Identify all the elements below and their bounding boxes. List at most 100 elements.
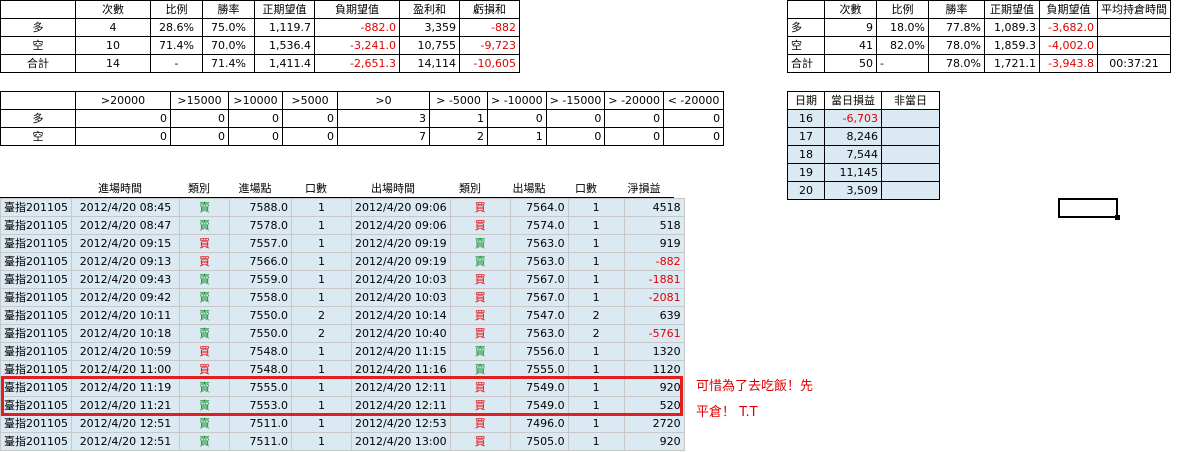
entry-qty-cell: 1: [291, 414, 352, 433]
distribution-cell: 0: [545, 127, 606, 146]
daily-header-pnl: 當日損益: [824, 91, 882, 110]
ratio-cell: 28.6%: [150, 18, 203, 37]
summary-right-header-pos-ev: 正期望值: [984, 0, 1040, 19]
exit-qty-cell: 1: [567, 432, 625, 451]
summary-left-header-count: 次數: [75, 0, 151, 19]
summary-right-header-winrate: 勝率: [928, 0, 985, 19]
count-cell: 10: [75, 36, 151, 55]
daily-pnl: 7,544: [824, 145, 882, 164]
distribution-cell: 0: [604, 109, 665, 128]
daily-header-other: 非當日: [881, 91, 940, 110]
table-row: 臺指201105 2012/4/20 09:43 賣 7559.0 1 2012/4/20…: [0, 270, 685, 289]
daily-row: 18 7,544: [787, 145, 940, 164]
exit-type-cell: 賣: [449, 342, 511, 361]
entry-qty-cell: 1: [291, 270, 352, 289]
entry-price-cell: 7578.0: [229, 216, 292, 235]
summary-right-header-neg-ev: 負期望值: [1039, 0, 1098, 19]
distribution-cell: 0: [75, 127, 171, 146]
exit-type-cell: 賣: [449, 252, 511, 271]
daily-row: 20 3,509: [787, 181, 940, 200]
exit-time-cell: 2012/4/20 09:06: [351, 198, 451, 217]
table-row: 臺指201105 2012/4/20 09:13 買 7566.0 1 2012/4/20…: [0, 252, 685, 271]
entry-time-cell: 2012/4/20 12:51: [71, 432, 180, 451]
symbol-cell: 臺指201105: [0, 324, 72, 343]
distribution-cell: 0: [545, 109, 606, 128]
row-label: 空: [787, 36, 825, 55]
table-row: 臺指201105 2012/4/20 10:59 買 7548.0 1 2012/4/20…: [0, 342, 685, 361]
table-row: 臺指201105 2012/4/20 09:15 買 7557.0 1 2012/4/20…: [0, 234, 685, 253]
entry-type-cell: 買: [179, 342, 230, 361]
pos-ev-cell: 1,089.3: [984, 18, 1040, 37]
trades-header-pnl: 淨損益: [614, 180, 674, 198]
exit-type-cell: 買: [449, 414, 511, 433]
distribution-row-long: 多 0 0 0 0 3 1 0 0 0 0: [0, 109, 725, 128]
pnl-cell: -1881: [623, 270, 685, 289]
exit-type-cell: 買: [449, 324, 511, 343]
trades-header-exit-qty: 口數: [558, 180, 614, 198]
entry-type-cell: 賣: [179, 306, 230, 325]
distribution-header-corner: [0, 91, 76, 110]
summary-left-row-total: 合計 14 - 71.4% 1,411.4 -2,651.3 14,114 -1…: [0, 54, 520, 73]
exit-time-cell: 2012/4/20 10:03: [351, 270, 451, 289]
daily-pnl: 11,145: [824, 163, 882, 182]
exit-time-cell: 2012/4/20 09:06: [351, 216, 451, 235]
daily-row: 19 11,145: [787, 163, 940, 182]
distribution-header: < -20000: [663, 91, 725, 110]
distribution-cell: 0: [228, 127, 283, 146]
entry-type-cell: 賣: [179, 216, 230, 235]
summary-right-header-count: 次數: [824, 0, 877, 19]
daily-date: 16: [787, 109, 825, 128]
exit-type-cell: 賣: [449, 234, 511, 253]
row-label: 多: [0, 18, 76, 37]
exit-time-cell: 2012/4/20 10:03: [351, 288, 451, 307]
summary-left-header-ratio: 比例: [150, 0, 203, 19]
trades-header-symbol: [0, 180, 66, 198]
neg-ev-cell: -3,943.8: [1039, 54, 1098, 73]
exit-qty-cell: 1: [567, 234, 625, 253]
summary-right-row-short: 空 41 82.0% 78.0% 1,859.3 -4,002.0: [787, 36, 1171, 55]
annotation-line-2: 平倉！ T.T: [696, 405, 758, 420]
exit-type-cell: 買: [449, 198, 511, 217]
ratio-cell: -: [150, 54, 203, 73]
table-row: 臺指201105 2012/4/20 10:11 賣 7550.0 2 2012/4/20…: [0, 306, 685, 325]
exit-type-cell: 買: [449, 288, 511, 307]
summary-table-right: 次數 比例 勝率 正期望值 負期望值 平均持倉時間 多 9 18.0% 77.8…: [787, 0, 1171, 73]
daily-date: 19: [787, 163, 825, 182]
entry-price-cell: 7588.0: [229, 198, 292, 217]
trades-header-entry-qty: 口數: [286, 180, 346, 198]
entry-type-cell: 買: [179, 252, 230, 271]
ratio-cell: 18.0%: [876, 18, 929, 37]
symbol-cell: 臺指201105: [0, 198, 72, 217]
summary-left-row-short: 空 10 71.4% 70.0% 1,536.4 -3,241.0 10,755…: [0, 36, 520, 55]
daily-header-row: 日期 當日損益 非當日: [787, 91, 940, 110]
entry-price-cell: 7557.0: [229, 234, 292, 253]
daily-date: 20: [787, 181, 825, 200]
distribution-cell: 0: [75, 109, 171, 128]
exit-price-cell: 7556.0: [509, 342, 569, 361]
daily-other: [881, 109, 940, 128]
entry-price-cell: 7559.0: [229, 270, 292, 289]
winrate-cell: 70.0%: [202, 36, 255, 55]
daily-header-date: 日期: [787, 91, 825, 110]
table-row: 臺指201105 2012/4/20 12:51 賣 7511.0 1 2012/4/20…: [0, 414, 685, 433]
exit-time-cell: 2012/4/20 12:53: [351, 414, 451, 433]
exit-qty-cell: 1: [567, 270, 625, 289]
exit-qty-cell: 1: [567, 342, 625, 361]
summary-left-header-winrate: 勝率: [202, 0, 255, 19]
profit-cell: 3,359: [399, 18, 460, 37]
winrate-cell: 71.4%: [202, 54, 255, 73]
entry-type-cell: 賣: [179, 198, 230, 217]
entry-qty-cell: 1: [291, 252, 352, 271]
pos-ev-cell: 1,859.3: [984, 36, 1040, 55]
exit-qty-cell: 2: [567, 324, 625, 343]
entry-time-cell: 2012/4/20 09:42: [71, 288, 180, 307]
distribution-header: >20000: [75, 91, 171, 110]
pos-ev-cell: 1,536.4: [254, 36, 315, 55]
entry-qty-cell: 2: [291, 306, 352, 325]
pos-ev-cell: 1,411.4: [254, 54, 315, 73]
pnl-cell: -5761: [623, 324, 685, 343]
exit-price-cell: 7574.0: [509, 216, 569, 235]
selected-cell[interactable]: [1058, 198, 1120, 220]
entry-price-cell: 7558.0: [229, 288, 292, 307]
neg-ev-cell: -3,241.0: [314, 36, 400, 55]
